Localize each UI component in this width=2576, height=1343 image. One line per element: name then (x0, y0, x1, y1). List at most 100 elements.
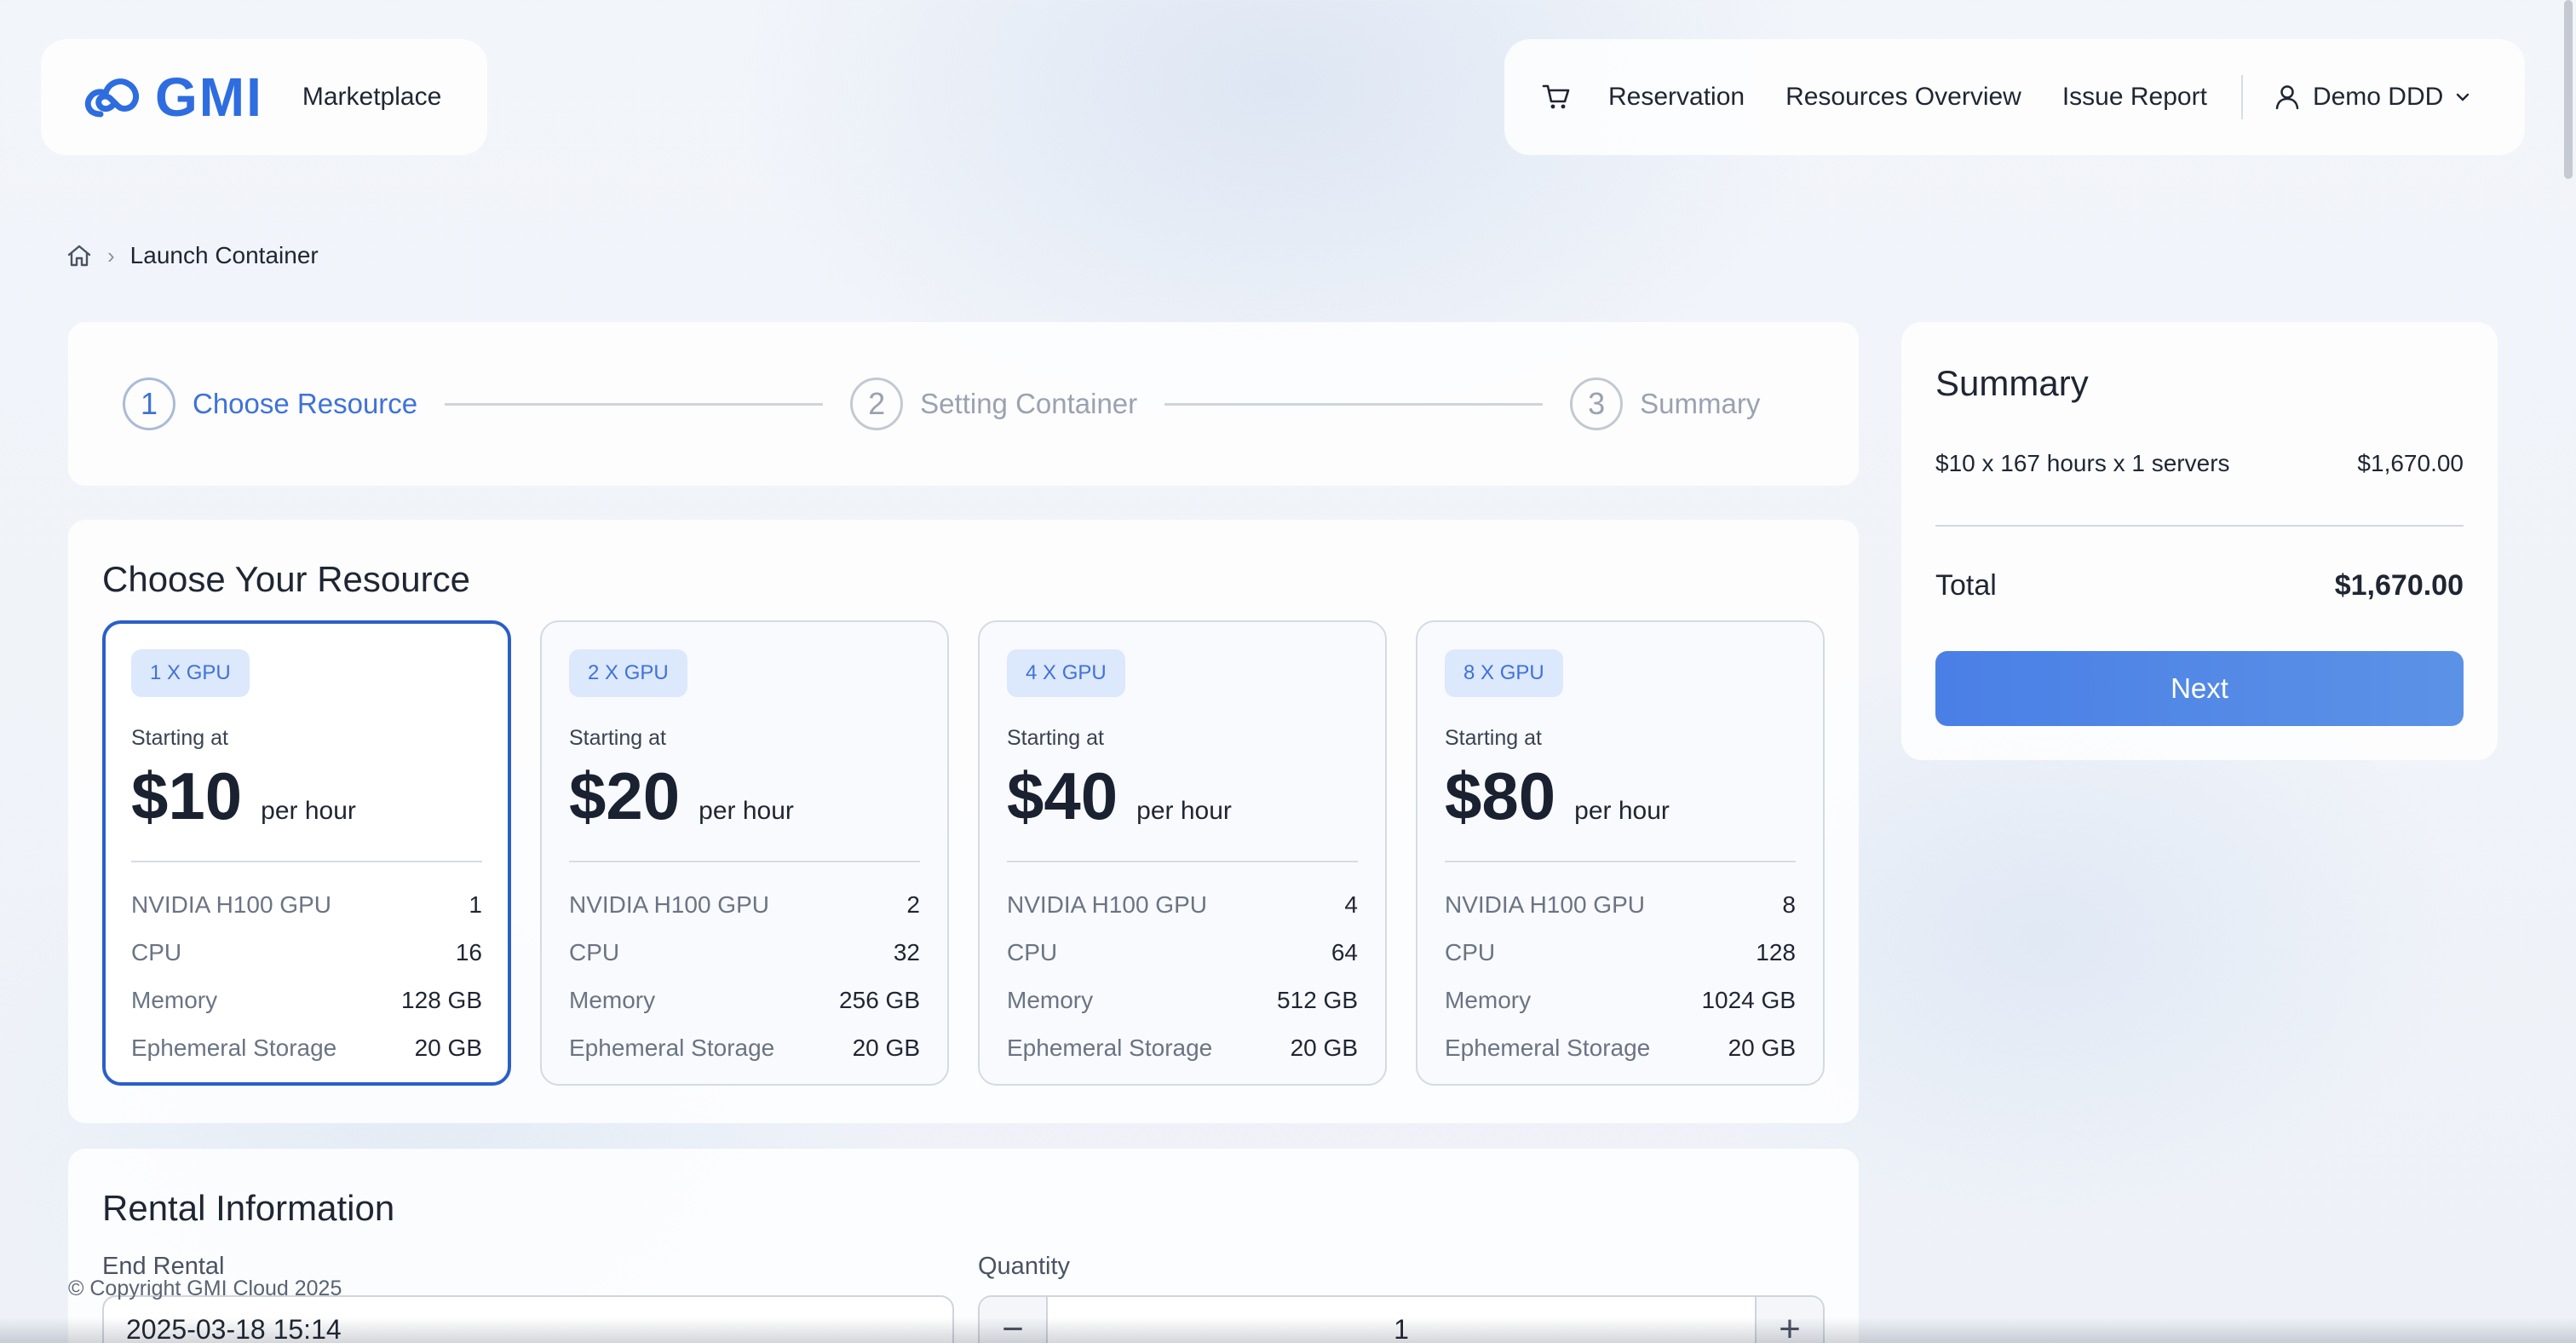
spec-value: 1024 GB (1701, 987, 1796, 1013)
home-icon[interactable] (66, 244, 92, 268)
total-value: $1,670.00 (2334, 569, 2464, 602)
logo-text: GMI (155, 66, 263, 128)
spec-memory: Memory 512 GB (1007, 977, 1358, 1024)
gpu-option-8x[interactable]: 8 X GPU Starting at $80 per hour NVIDIA H… (1416, 620, 1825, 1086)
spec-value: 128 GB (401, 987, 482, 1013)
step-label: Setting Container (920, 388, 1138, 419)
step-label: Summary (1640, 388, 1761, 419)
step-number: 2 (850, 378, 904, 430)
gpu-option-1x[interactable]: 1 X GPU Starting at $10 per hour NVIDIA H… (102, 620, 511, 1086)
step-connector (445, 402, 824, 406)
spec-value: 20 GB (1728, 1035, 1796, 1061)
spec-value: 512 GB (1277, 987, 1358, 1013)
spec-value: 20 GB (1290, 1035, 1358, 1061)
per-hour-label: per hour (1136, 797, 1232, 825)
spec-label: NVIDIA H100 GPU (1445, 891, 1645, 918)
total-label: Total (1935, 569, 1997, 602)
spec-memory: Memory 256 GB (569, 977, 920, 1024)
spec-cpu: CPU 128 (1445, 929, 1796, 977)
spec-value: 1 (469, 891, 482, 918)
logo-card: GMI Marketplace (41, 39, 487, 155)
spec-label: Ephemeral Storage (131, 1035, 337, 1061)
top-nav: Reservation Resources Overview Issue Rep… (1504, 39, 2525, 155)
marketplace-label[interactable]: Marketplace (302, 83, 441, 112)
step-summary[interactable]: 3 Summary (1570, 378, 1760, 430)
divider (569, 861, 920, 862)
spec-value: 128 (1756, 939, 1796, 965)
spec-label: Ephemeral Storage (1445, 1035, 1651, 1061)
spec-value: 4 (1344, 891, 1358, 918)
spec-value: 64 (1331, 939, 1358, 965)
stepper: 1 Choose Resource 2 Setting Container 3 … (68, 322, 1859, 486)
spec-memory: Memory 1024 GB (1445, 977, 1796, 1024)
spec-label: NVIDIA H100 GPU (131, 891, 331, 918)
price: $80 (1445, 758, 1556, 833)
spec-label: CPU (1445, 939, 1496, 965)
gmi-logo[interactable]: GMI (82, 66, 263, 129)
spec-label: NVIDIA H100 GPU (1007, 891, 1207, 918)
spec-gpu: NVIDIA H100 GPU 8 (1445, 881, 1796, 929)
user-name: Demo DDD (2312, 83, 2444, 111)
summary-title: Summary (1935, 363, 2089, 403)
summary-panel: Summary $10 x 167 hours x 1 servers $1,6… (1901, 322, 2498, 760)
spec-cpu: CPU 16 (131, 929, 482, 977)
next-button[interactable]: Next (1935, 651, 2464, 726)
spec-storage: Ephemeral Storage 20 GB (1007, 1024, 1358, 1072)
copyright: © Copyright GMI Cloud 2025 (68, 1277, 342, 1300)
user-icon (2275, 85, 2299, 110)
summary-line-item: $10 x 167 hours x 1 servers $1,670.00 (1935, 450, 2464, 477)
divider (131, 861, 482, 862)
starting-label: Starting at (131, 726, 228, 750)
cart-icon[interactable] (1542, 84, 1571, 111)
section-title: Rental Information (102, 1188, 395, 1228)
user-menu[interactable]: Demo DDD (2274, 83, 2470, 112)
spec-storage: Ephemeral Storage 20 GB (569, 1024, 920, 1072)
spec-gpu: NVIDIA H100 GPU 4 (1007, 881, 1358, 929)
per-hour-label: per hour (1574, 797, 1670, 825)
spec-value: 20 GB (852, 1035, 920, 1061)
step-number: 3 (1570, 378, 1624, 430)
cloud-logo-icon (84, 78, 140, 118)
gpu-options: 1 X GPU Starting at $10 per hour NVIDIA H… (102, 620, 1825, 1086)
nav-resources-overview[interactable]: Resources Overview (1785, 83, 2021, 112)
spec-label: Ephemeral Storage (1007, 1035, 1213, 1061)
chevron-down-icon (2457, 93, 2470, 101)
step-choose-resource[interactable]: 1 Choose Resource (123, 378, 417, 430)
spec-memory: Memory 128 GB (131, 977, 482, 1024)
starting-label: Starting at (569, 726, 666, 750)
step-setting-container[interactable]: 2 Setting Container (850, 378, 1137, 430)
divider (1007, 861, 1358, 862)
spec-label: CPU (1007, 939, 1058, 965)
spec-gpu: NVIDIA H100 GPU 2 (569, 881, 920, 929)
divider (1445, 861, 1796, 862)
spec-storage: Ephemeral Storage 20 GB (131, 1024, 482, 1072)
spec-cpu: CPU 32 (569, 929, 920, 977)
gpu-option-2x[interactable]: 2 X GPU Starting at $20 per hour NVIDIA H… (540, 620, 949, 1086)
nav-reservation[interactable]: Reservation (1608, 83, 1745, 112)
nav-issue-report[interactable]: Issue Report (2062, 83, 2207, 112)
spec-value: 16 (455, 939, 482, 965)
resource-section: Choose Your Resource 1 X GPU Starting at… (68, 520, 1859, 1123)
spec-label: Memory (1007, 987, 1094, 1013)
summary-total: Total $1,670.00 (1935, 569, 2464, 602)
spec-value: 256 GB (839, 987, 920, 1013)
spec-value: 2 (906, 891, 920, 918)
chevron-right-icon: › (107, 242, 115, 268)
starting-label: Starting at (1007, 726, 1104, 750)
nav-divider (2240, 75, 2243, 119)
per-hour-label: per hour (261, 797, 356, 825)
spec-label: CPU (569, 939, 620, 965)
spec-value: 32 (893, 939, 920, 965)
per-hour-label: per hour (699, 797, 794, 825)
spec-value: 20 GB (414, 1035, 482, 1061)
bottom-fade (0, 1317, 2576, 1343)
spec-gpu: NVIDIA H100 GPU 1 (131, 881, 482, 929)
gpu-option-4x[interactable]: 4 X GPU Starting at $40 per hour NVIDIA H… (978, 620, 1387, 1086)
step-number: 1 (123, 378, 175, 430)
spec-label: Memory (569, 987, 656, 1013)
spec-storage: Ephemeral Storage 20 GB (1445, 1024, 1796, 1072)
price: $40 (1007, 758, 1118, 833)
gpu-badge: 8 X GPU (1445, 649, 1563, 697)
price: $10 (131, 758, 243, 833)
scrollbar[interactable] (2564, 0, 2573, 179)
